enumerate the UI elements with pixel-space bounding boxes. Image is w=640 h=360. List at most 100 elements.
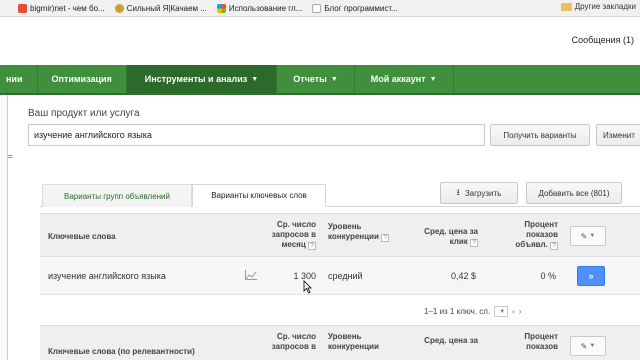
cpc-cell: 0,42 $ (450, 271, 476, 281)
col-label-text: объявл. (515, 240, 548, 249)
bookmark-item[interactable]: Сильный Я|Качаем ... (114, 3, 207, 13)
columns-menu-button[interactable]: ✎ ▼ (570, 336, 606, 356)
col-label-line: Сред. цена за (424, 336, 478, 345)
modify-button[interactable]: Изменит (596, 124, 640, 146)
nav-item-optimization[interactable]: Оптимизация (38, 65, 127, 93)
col-label-line: запросов в (271, 342, 316, 351)
pencil-icon: ✎ (580, 341, 588, 351)
add-keyword-button[interactable]: » (577, 266, 605, 286)
help-icon[interactable]: ? (550, 242, 558, 250)
table-header: Ключевые слова Ср. число запросов в меся… (40, 213, 640, 257)
nav-label: Инструменты и анализ (144, 74, 248, 84)
get-variants-button[interactable]: Получить варианты (490, 124, 590, 146)
page-size-select[interactable]: ▼ (494, 306, 509, 317)
keyword-table: Ключевые слова Ср. число запросов в меся… (40, 213, 640, 295)
table-row: изучение английского языка 1 300 средний… (40, 258, 640, 295)
bookmark-label: Блог программист... (324, 3, 398, 13)
col-label-text: месяц (281, 240, 306, 249)
other-bookmarks[interactable]: Другие закладки (560, 2, 636, 11)
col-label-line: Процент (524, 220, 558, 229)
strong-icon (114, 3, 124, 13)
col-impression-share[interactable]: Процент показов объявл. ? (500, 220, 558, 250)
bookmark-label: bigmir)net - чем бо... (30, 3, 105, 13)
col-competition[interactable]: Уровень конкуренции (328, 332, 379, 352)
nav-item-campaigns[interactable]: нии (0, 65, 38, 93)
help-icon[interactable]: ? (470, 239, 478, 247)
bookmark-item[interactable]: bigmir)net - чем бо... (18, 3, 105, 13)
bookmark-label: Использование гл... (228, 3, 303, 13)
columns-menu-button[interactable]: ✎ ▼ (570, 226, 606, 246)
pagination: 1–1 из 1 ключ. сл. ▼ ‹ › (424, 306, 521, 317)
caret-down-icon: ▼ (589, 233, 596, 239)
pagination-range: 1–1 из 1 ключ. сл. (424, 307, 491, 316)
caret-down-icon: ▼ (330, 75, 338, 83)
col-label-line: Уровень (328, 332, 362, 341)
nav-item-account[interactable]: Мой аккаунт ▼ (355, 65, 454, 93)
col-label-line: Сред. цена за (424, 227, 478, 236)
tab-keyword-variants[interactable]: Варианты ключевых слов (192, 184, 326, 207)
product-input[interactable] (28, 124, 485, 146)
col-avg-searches[interactable]: Ср. число запросов в месяц ? (266, 220, 316, 250)
col-avg-cpc[interactable]: Сред. цена за клик ? (412, 227, 478, 247)
col-label-line: запросов в (271, 230, 316, 239)
pencil-icon: ✎ (580, 231, 588, 241)
next-page-icon[interactable]: › (519, 307, 522, 316)
download-icon: ⭳ (456, 187, 460, 197)
nav-item-tools[interactable]: Инструменты и анализ ▼ (126, 65, 278, 93)
nav-label: Оптимизация (51, 74, 112, 84)
col-label-line: показов (526, 230, 558, 239)
col-label-line: конкуренции ? (328, 232, 390, 242)
trend-chart-icon[interactable] (245, 270, 257, 280)
impression-share-cell: 0 % (540, 271, 556, 281)
left-marker: = (8, 152, 13, 161)
col-label-line: конкуренции (328, 342, 379, 351)
folder-icon (560, 2, 572, 11)
bookmark-item[interactable]: Блог программист... (312, 3, 398, 13)
col-keyword[interactable]: Ключевые слова (48, 232, 116, 242)
tab-ad-group-variants[interactable]: Варианты групп объявлений (42, 184, 192, 207)
col-label-text: клик (449, 237, 468, 246)
relevance-table-header: Ключевые слова (по релевантности) Ср. чи… (40, 325, 640, 360)
caret-down-icon: ▼ (589, 343, 596, 349)
col-competition[interactable]: Уровень конкуренции ? (328, 222, 390, 242)
mouse-cursor-icon (303, 280, 312, 294)
product-label: Ваш продукт или услуга (28, 108, 140, 119)
main-nav: нии Оптимизация Инструменты и анализ ▼ О… (0, 65, 640, 95)
col-keyword-relevance[interactable]: Ключевые слова (по релевантности) (48, 347, 195, 357)
account-bar: Сообщения (1) (0, 17, 640, 65)
col-label-line: показов (526, 342, 558, 351)
caret-down-icon: ▼ (429, 75, 437, 83)
help-icon[interactable]: ? (381, 234, 390, 242)
nav-item-reports[interactable]: Отчеты ▼ (277, 65, 355, 93)
bookmark-item[interactable]: Использование гл... (216, 3, 303, 13)
col-label-line: Ср. число (277, 332, 316, 341)
col-label-line: месяц ? (266, 240, 316, 250)
col-label-line: Уровень (328, 222, 362, 231)
col-label-line: объявл. ? (500, 240, 558, 250)
col-label-text: конкуренции (328, 232, 379, 241)
help-icon[interactable]: ? (308, 242, 316, 250)
bigmir-icon (18, 3, 27, 13)
col-impression-share[interactable]: Процент показов (500, 332, 558, 352)
other-bookmarks-label: Другие закладки (574, 2, 636, 11)
col-label-line: Ср. число (277, 220, 316, 229)
nav-label: Отчеты (293, 74, 327, 84)
nav-label: нии (6, 74, 23, 84)
bookmarks-bar: bigmir)net - чем бо... Сильный Я|Качаем … (0, 0, 640, 17)
page-icon (312, 3, 322, 13)
caret-down-icon: ▼ (251, 75, 259, 83)
col-avg-searches[interactable]: Ср. число запросов в (266, 332, 316, 352)
prev-page-icon[interactable]: ‹ (512, 307, 515, 316)
bookmark-label: Сильный Я|Качаем ... (126, 3, 207, 13)
keyword-cell[interactable]: изучение английского языка (48, 271, 166, 281)
col-avg-cpc[interactable]: Сред. цена за (412, 336, 478, 346)
add-all-button[interactable]: Добавить все (801) (526, 182, 622, 204)
download-label: Загрузить (464, 188, 502, 198)
download-button[interactable]: ⭳ Загрузить (440, 182, 518, 204)
nav-label: Мой аккаунт (370, 74, 426, 84)
caret-down-icon: ▼ (499, 308, 506, 315)
windows-icon (216, 3, 226, 13)
col-label-line: клик ? (412, 237, 478, 247)
messages-link[interactable]: Сообщения (1) (572, 35, 634, 45)
col-label-line: Процент (524, 332, 558, 341)
